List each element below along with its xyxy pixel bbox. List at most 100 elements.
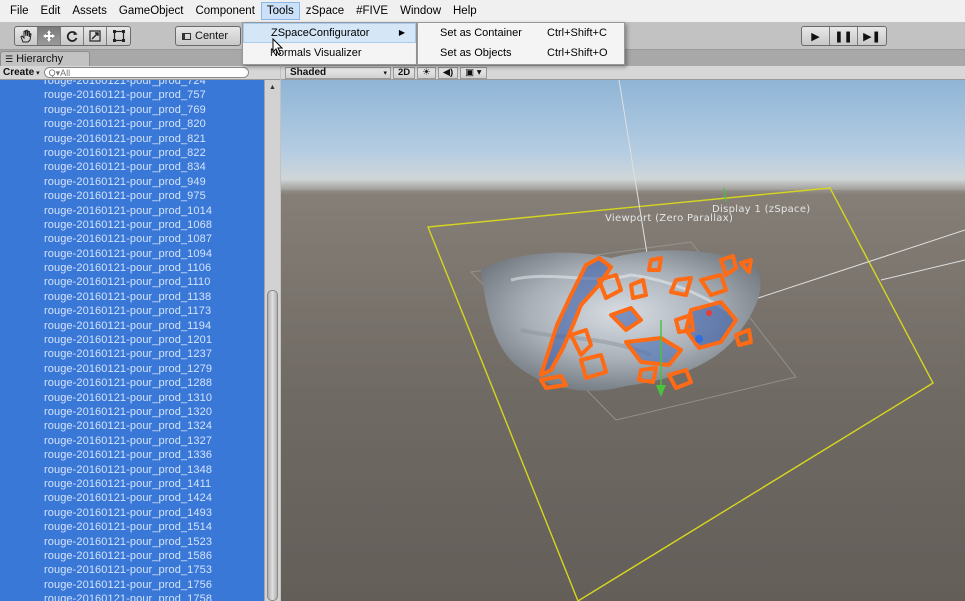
- play-controls: ▶ ❚❚ ▶❚: [801, 26, 887, 46]
- menu-tools[interactable]: Tools: [260, 2, 300, 20]
- hierarchy-toolbar: Create ▾: [0, 66, 280, 80]
- scene-toolbar: Shaded ▾ 2D ☀ ◀) ▣ ▾: [281, 66, 965, 80]
- menu-five[interactable]: #FIVE: [350, 2, 394, 20]
- pivot-center-toggle[interactable]: Center: [175, 26, 241, 46]
- tools-menu: ZSpaceConfigurator ▶ Normals Visualizer: [242, 22, 417, 65]
- menu-help[interactable]: Help: [447, 2, 483, 20]
- chevron-down-icon: ▾: [383, 69, 387, 77]
- menu-item-set-as-objects[interactable]: Set as Objects Ctrl+Shift+O: [418, 43, 624, 63]
- hierarchy-item[interactable]: rouge-20160121-pour_prod_822: [0, 146, 264, 160]
- effects-icon[interactable]: ▣ ▾: [460, 66, 487, 79]
- pivot-label: Center: [195, 30, 229, 42]
- hierarchy-item[interactable]: rouge-20160121-pour_prod_1336: [0, 448, 264, 462]
- hierarchy-item[interactable]: rouge-20160121-pour_prod_1106: [0, 261, 264, 275]
- transform-tools: [14, 26, 131, 46]
- hierarchy-item[interactable]: rouge-20160121-pour_prod_1424: [0, 491, 264, 505]
- hierarchy-item[interactable]: rouge-20160121-pour_prod_1514: [0, 520, 264, 534]
- scrollbar-thumb[interactable]: [267, 290, 278, 601]
- menu-item-normals-visualizer[interactable]: Normals Visualizer: [243, 43, 416, 63]
- hierarchy-item[interactable]: rouge-20160121-pour_prod_1756: [0, 578, 264, 592]
- rect-tool-icon[interactable]: [107, 27, 130, 45]
- shading-mode-label: Shaded: [290, 67, 327, 78]
- list-icon: ☰: [5, 53, 14, 64]
- hierarchy-scrollbar[interactable]: ▲: [264, 80, 280, 601]
- chevron-down-icon: ▾: [36, 69, 40, 77]
- menu-item-zspace-configurator[interactable]: ZSpaceConfigurator ▶: [243, 23, 416, 43]
- hierarchy-item[interactable]: rouge-20160121-pour_prod_1493: [0, 506, 264, 520]
- create-label: Create: [3, 67, 35, 78]
- hierarchy-item[interactable]: rouge-20160121-pour_prod_949: [0, 175, 264, 189]
- hierarchy-item[interactable]: rouge-20160121-pour_prod_1586: [0, 549, 264, 563]
- hierarchy-item[interactable]: rouge-20160121-pour_prod_1201: [0, 333, 264, 347]
- hierarchy-item[interactable]: rouge-20160121-pour_prod_1758: [0, 592, 264, 601]
- create-dropdown[interactable]: Create ▾: [3, 67, 40, 78]
- menu-item-set-as-container[interactable]: Set as Container Ctrl+Shift+C: [418, 23, 624, 43]
- hierarchy-item[interactable]: rouge-20160121-pour_prod_834: [0, 160, 264, 174]
- hierarchy-item[interactable]: rouge-20160121-pour_prod_1523: [0, 535, 264, 549]
- hierarchy-item[interactable]: rouge-20160121-pour_prod_1110: [0, 275, 264, 289]
- hierarchy-item[interactable]: rouge-20160121-pour_prod_1320: [0, 405, 264, 419]
- hierarchy-tab-label: Hierarchy: [16, 53, 64, 65]
- menu-window[interactable]: Window: [394, 2, 447, 20]
- hierarchy-item[interactable]: rouge-20160121-pour_prod_724: [0, 80, 264, 88]
- menu-gameobject[interactable]: GameObject: [113, 2, 190, 20]
- hierarchy-tabbar: ☰ Hierarchy: [0, 50, 280, 66]
- hierarchy-item[interactable]: rouge-20160121-pour_prod_1194: [0, 319, 264, 333]
- scene-canvas: [281, 80, 965, 601]
- tab-hierarchy[interactable]: ☰ Hierarchy: [0, 51, 90, 66]
- hierarchy-item[interactable]: rouge-20160121-pour_prod_1014: [0, 204, 264, 218]
- hierarchy-item[interactable]: rouge-20160121-pour_prod_1288: [0, 376, 264, 390]
- hierarchy-item[interactable]: rouge-20160121-pour_prod_820: [0, 117, 264, 131]
- submenu-arrow-icon: ▶: [398, 28, 405, 37]
- hierarchy-item[interactable]: rouge-20160121-pour_prod_1094: [0, 247, 264, 261]
- hierarchy-item[interactable]: rouge-20160121-pour_prod_975: [0, 189, 264, 203]
- hierarchy-item[interactable]: rouge-20160121-pour_prod_1173: [0, 304, 264, 318]
- hierarchy-item[interactable]: rouge-20160121-pour_prod_1324: [0, 419, 264, 433]
- menu-component[interactable]: Component: [189, 2, 260, 20]
- step-icon[interactable]: ▶❚: [858, 27, 886, 45]
- scale-tool-icon[interactable]: [84, 27, 107, 45]
- set-as-container-label: Set as Container: [440, 27, 522, 39]
- scroll-up-icon[interactable]: ▲: [265, 80, 280, 94]
- hierarchy-list[interactable]: rouge-20160121-pour_prod_724 rouge-201601…: [0, 80, 264, 601]
- audio-icon[interactable]: ◀): [437, 66, 459, 79]
- pivot-icon: [182, 32, 191, 40]
- hierarchy-item[interactable]: rouge-20160121-pour_prod_1138: [0, 290, 264, 304]
- hierarchy-item[interactable]: rouge-20160121-pour_prod_1327: [0, 434, 264, 448]
- hand-tool-icon[interactable]: [15, 27, 38, 45]
- shortcut-set-as-objects: Ctrl+Shift+O: [547, 47, 608, 59]
- menu-edit[interactable]: Edit: [35, 2, 67, 20]
- pause-icon[interactable]: ❚❚: [830, 27, 858, 45]
- shading-mode-dropdown[interactable]: Shaded ▾: [285, 66, 391, 79]
- mouse-cursor-icon: [272, 38, 284, 56]
- play-icon[interactable]: ▶: [802, 27, 830, 45]
- mode-2d-toggle[interactable]: 2D: [393, 66, 416, 79]
- hierarchy-item[interactable]: rouge-20160121-pour_prod_1348: [0, 463, 264, 477]
- move-tool-icon[interactable]: [38, 27, 61, 45]
- z-axis-gizmo: [695, 335, 703, 343]
- shortcut-set-as-container: Ctrl+Shift+C: [547, 27, 607, 39]
- rotate-tool-icon[interactable]: [61, 27, 84, 45]
- menu-zspace[interactable]: zSpace: [300, 2, 350, 20]
- scene-view[interactable]: Viewport (Zero Parallax) Display 1 (zSpa…: [281, 80, 965, 601]
- hierarchy-item[interactable]: rouge-20160121-pour_prod_821: [0, 132, 264, 146]
- hierarchy-item[interactable]: rouge-20160121-pour_prod_1753: [0, 563, 264, 577]
- menu-assets[interactable]: Assets: [66, 2, 113, 20]
- zspace-configurator-label: ZSpaceConfigurator: [271, 27, 370, 39]
- hierarchy-search-input[interactable]: [43, 67, 249, 78]
- hierarchy-item[interactable]: rouge-20160121-pour_prod_769: [0, 103, 264, 117]
- hierarchy-item[interactable]: rouge-20160121-pour_prod_1068: [0, 218, 264, 232]
- menu-file[interactable]: File: [4, 2, 35, 20]
- hierarchy-item[interactable]: rouge-20160121-pour_prod_1310: [0, 391, 264, 405]
- lighting-icon[interactable]: ☀: [417, 66, 436, 79]
- display-label: Display 1 (zSpace): [712, 204, 811, 215]
- hierarchy-item[interactable]: rouge-20160121-pour_prod_757: [0, 88, 264, 102]
- zspace-configurator-submenu: Set as Container Ctrl+Shift+C Set as Obj…: [417, 22, 625, 65]
- x-axis-gizmo: [706, 310, 712, 316]
- hierarchy-item[interactable]: rouge-20160121-pour_prod_1279: [0, 362, 264, 376]
- menu-bar: File Edit Assets GameObject Component To…: [0, 0, 965, 22]
- hierarchy-item[interactable]: rouge-20160121-pour_prod_1087: [0, 232, 264, 246]
- set-as-objects-label: Set as Objects: [440, 47, 512, 59]
- hierarchy-item[interactable]: rouge-20160121-pour_prod_1237: [0, 347, 264, 361]
- hierarchy-item[interactable]: rouge-20160121-pour_prod_1411: [0, 477, 264, 491]
